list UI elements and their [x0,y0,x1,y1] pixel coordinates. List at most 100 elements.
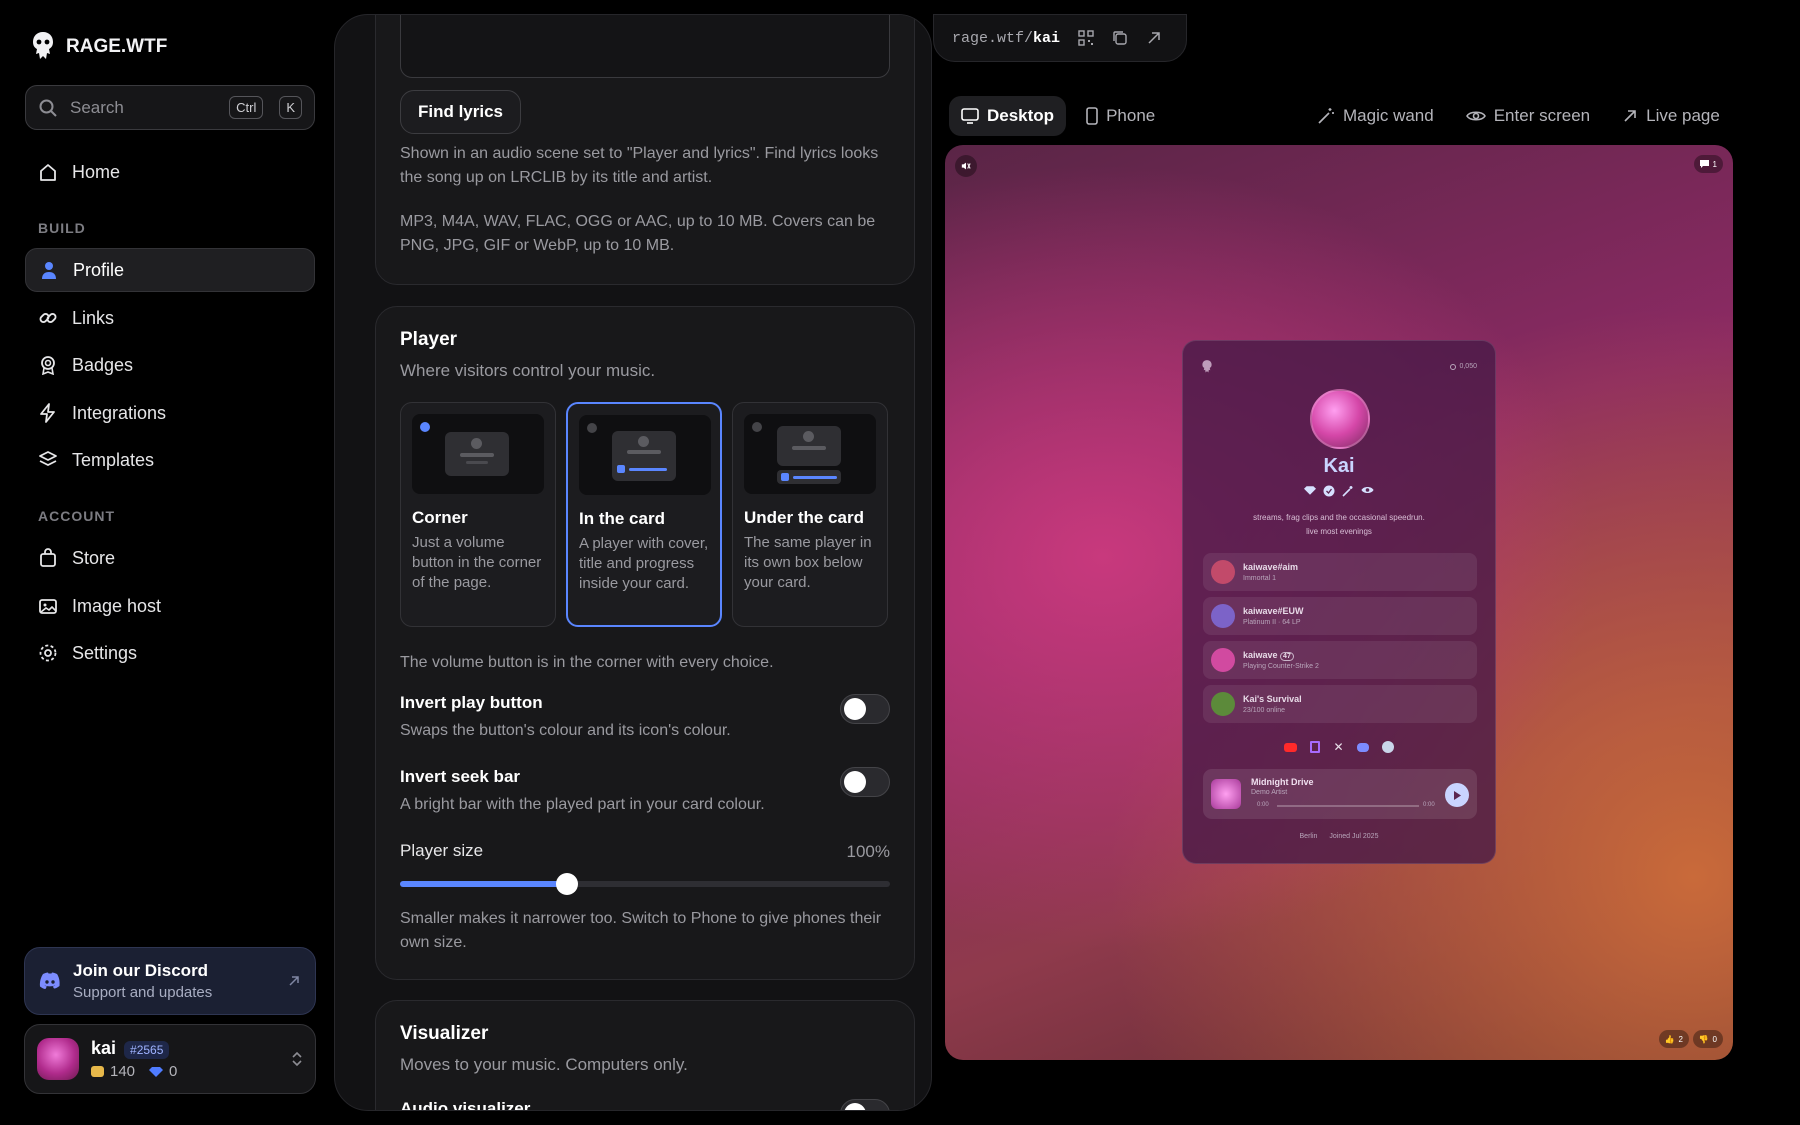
user-tag: #2565 [124,1041,170,1059]
seek-bar[interactable] [1277,805,1419,807]
tab-desktop[interactable]: Desktop [949,96,1067,136]
eye-icon [1465,111,1486,121]
brand-name: RAGE.WTF [66,36,168,57]
option-corner[interactable]: Corner Just a volume button in the corne… [400,402,556,627]
nav-image-host[interactable]: Image host [25,584,315,628]
song-cover [1211,779,1241,809]
user-card[interactable]: kai #2565 140 0 [24,1024,316,1094]
enter-screen-label: Enter screen [1493,106,1591,125]
invert-seek-toggle[interactable] [840,767,890,797]
music-player: Midnight Drive Demo Artist 0:00 0:00 [1203,769,1477,819]
invert-play-toggle[interactable] [840,694,890,724]
discord-social-icon[interactable] [1356,743,1369,752]
integration-avatar [1211,604,1235,628]
tab-phone-label: Phone [1106,106,1156,125]
joined-text: Joined Jul 2025 [1329,833,1379,840]
views-count: 0,050 [1459,363,1477,370]
profile-url[interactable]: rage.wtf/kai [952,30,1060,47]
open-external-icon[interactable] [1146,30,1162,46]
comments-count: 1 [1712,159,1717,169]
x-icon[interactable]: ✕ [1333,741,1343,753]
find-lyrics-button[interactable]: Find lyrics [400,90,521,134]
twitch-icon[interactable] [1310,741,1321,753]
bolt-icon [40,403,55,423]
qr-icon[interactable] [1078,30,1094,46]
song-title: Midnight Drive [1251,777,1314,787]
integration-title: kaiwave#EUW [1243,606,1304,616]
nav-image-host-label: Image host [72,595,162,616]
likes-pill[interactable]: 👍 2 [1658,1030,1689,1048]
time-end: 0:00 [1423,802,1435,808]
kbd-k: K [279,96,302,119]
player-size-slider[interactable] [400,873,890,895]
integration-subtitle: Immortal 1 [1243,575,1277,582]
invert-play-title: Invert play button [400,693,543,712]
nav-templates[interactable]: Templates [25,438,315,482]
nav-integrations[interactable]: Integrations [25,391,315,435]
live-page-button[interactable]: Live page [1610,96,1732,136]
copy-icon[interactable] [1112,30,1128,46]
tab-phone[interactable]: Phone [1074,96,1167,136]
monitor-icon [961,108,979,124]
magic-wand-button[interactable]: Magic wand [1305,96,1446,136]
integration-subtitle: 23/100 online [1243,707,1286,714]
slider-fill [400,881,567,887]
live-page-label: Live page [1646,106,1720,125]
nav-home-label: Home [72,161,121,182]
logo-icon [33,32,53,59]
dislikes-pill[interactable]: 👎 0 [1692,1030,1723,1048]
nav-home[interactable]: Home [25,150,315,194]
nav-badges-label: Badges [72,354,134,375]
preview-panel: rage.wtf/kai Desktop Phone Magic wand En… [933,14,1785,1111]
invert-seek-desc: A bright bar with the played part in you… [400,796,765,813]
verified-badge-icon [1323,485,1335,497]
nav-profile[interactable]: Profile [25,248,315,292]
nav-store[interactable]: Store [25,536,315,580]
enter-screen-button[interactable]: Enter screen [1454,96,1602,136]
integration-item[interactable]: Kai's Survival 23/100 online [1203,685,1477,723]
corner-preview [412,414,544,494]
invert-play-desc: Swaps the button's colour and its icon's… [400,722,731,739]
wand-badge-icon [1342,486,1353,497]
social-links: ✕ [1183,741,1495,753]
in-card-preview [579,415,711,495]
audio-visualizer-label: Audio visualizer [400,1099,531,1111]
steam-icon[interactable] [1381,741,1394,753]
thumbs-up-icon: 👍 [1664,1034,1675,1044]
player-note: The volume button is in the corner with … [400,654,774,671]
link-icon [39,313,57,323]
integration-item[interactable]: kaiwave#EUW Platinum II · 64 LP [1203,597,1477,635]
magic-wand-icon [1318,108,1334,124]
under-card-preview [744,414,876,494]
option-under-card[interactable]: Under the card The same player in its ow… [732,402,888,627]
play-button[interactable] [1445,783,1469,807]
audio-visualizer-toggle[interactable] [840,1099,890,1110]
youtube-icon[interactable] [1284,743,1298,752]
chevron-updown-icon[interactable] [291,1050,303,1068]
nav-badges[interactable]: Badges [25,343,315,387]
integration-item[interactable]: kaiwave 47 Playing Counter-Strike 2 [1203,641,1477,679]
search-box[interactable]: Search Ctrl K [25,85,315,130]
invert-seek-title: Invert seek bar [400,767,521,786]
nav-profile-label: Profile [73,259,125,280]
option-in-card[interactable]: In the card A player with cover, title a… [566,402,722,627]
mute-button[interactable] [955,155,977,177]
slider-thumb[interactable] [555,873,578,895]
integration-subtitle: Playing Counter-Strike 2 [1243,663,1319,670]
device-tabs: Desktop Phone [949,96,1167,136]
nav-links[interactable]: Links [25,296,315,340]
integration-item[interactable]: kaiwave#aim Immortal 1 [1203,553,1477,591]
nav-links-label: Links [72,307,115,328]
site-logo-icon [1202,360,1212,373]
comments-pill[interactable]: 1 [1693,155,1723,173]
brand[interactable]: RAGE.WTF [30,30,167,64]
discord-banner[interactable]: Join our Discord Support and updates [24,947,316,1015]
nav-settings-label: Settings [72,642,138,663]
user-coins: 140 [110,1063,136,1080]
lyrics-textarea[interactable] [400,15,890,78]
time-start: 0:00 [1257,802,1269,808]
dislikes-count: 0 [1712,1034,1717,1044]
nav-settings[interactable]: Settings [25,631,315,675]
search-input[interactable]: Search [70,98,213,118]
lyrics-card: Find lyrics Shown in an audio scene set … [375,15,915,285]
